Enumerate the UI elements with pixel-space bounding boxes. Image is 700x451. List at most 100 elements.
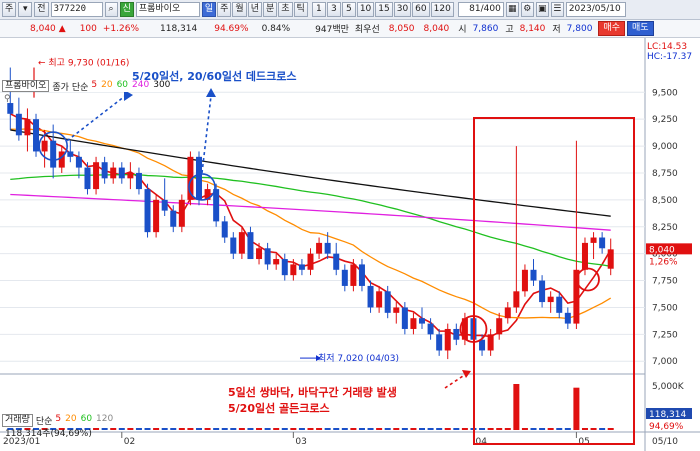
volume-bar [479,428,486,430]
lc-label: LC:14.53 [647,42,687,52]
prev-button[interactable]: 전 [34,2,49,17]
interval-tab[interactable]: 15 [375,2,393,17]
mode-button[interactable]: 주 [2,2,17,17]
chart-canvas[interactable]: 9,5009,2509,0008,7508,5008,2508,0007,750… [0,38,700,451]
volume-bar [521,428,528,430]
candle-body [93,162,100,190]
volume-bar [496,428,503,430]
ask-price: 8,050 [388,23,415,34]
indicator-legend[interactable]: 프롬바이오 종가 단순 5 20 60 240 300 [2,80,171,93]
chevron-down-icon[interactable]: ▾ [18,2,33,17]
x-end-label: 05/10 [652,437,678,447]
volume-bar [187,428,194,430]
candle-body [384,291,391,313]
theme-button[interactable]: 신 [119,2,134,17]
candle-body [367,285,374,308]
volume-bar [118,428,125,430]
buy-button[interactable]: 매수 [598,21,625,36]
search-icon[interactable]: ⌕ [104,2,118,17]
candle-body [170,210,177,227]
layout-icon[interactable]: ☰ [550,2,564,17]
page-count-field[interactable]: 81/400 [457,2,504,17]
candle-body [256,248,263,260]
volume-bar [384,428,391,430]
interval-tab[interactable]: 120 [430,2,454,17]
volume-bar [547,428,554,430]
interval-tab[interactable]: 10 [356,2,375,17]
period-tab[interactable]: 틱 [293,2,308,17]
volume-bar [221,428,228,430]
volume-axis-label: 5,000K [652,382,685,392]
volume-ma-legend-item: 120 [96,414,114,424]
candle-body [195,156,202,200]
hc-label: HC:-17.37 [647,52,692,62]
candle-body [84,167,91,190]
bottom-note-2: 5/20일선 골든크로스 [228,401,330,415]
volume-bar [264,428,271,430]
volume-bar [247,428,254,430]
period-tab[interactable]: 월 [232,2,247,17]
trade-amount: 947백만 [315,25,349,35]
candle-body [281,259,288,276]
stock-name-field[interactable]: 프롬바이오 [135,2,200,17]
quote-strip: 8,040 ▲ 100 +1.26% 118,314 94.69% 0.84% … [0,20,700,38]
y-tick-label: 9,500 [652,88,678,98]
candle-body [213,189,220,222]
interval-tab[interactable]: 1 [311,2,326,17]
volume-ratio: 94.69% [214,23,249,34]
interval-tab[interactable]: 3 [326,2,341,17]
volume-bar [539,428,546,430]
low-price: 7,800 [566,23,593,34]
candle-body [298,264,305,270]
sell-button[interactable]: 매도 [626,21,654,36]
period-tab[interactable]: 주 [217,2,232,17]
pin-icon[interactable]: ⚲ [4,94,11,104]
period-tab[interactable]: 년 [247,2,262,17]
stock-code-input[interactable]: 377220 [50,2,103,17]
interval-tab[interactable]: 60 [412,2,430,17]
volume-bar [110,428,117,430]
volume-bar [256,428,263,430]
volume-bar [153,428,160,430]
candle-body [290,264,297,276]
volume-bar [350,428,357,430]
volume-bar [178,428,185,430]
volume-ratio-tag: 94,69% [649,422,684,432]
candle-body [118,167,125,179]
volume-bar [204,428,211,430]
candle-body [135,172,142,190]
candle-body [341,269,348,286]
volume-bar [290,428,297,430]
stock-chart[interactable]: 9,500 9,250 9,000 8,750 8,500 8,250 8,000 7,750… [0,38,700,451]
period-tab[interactable]: 분 [262,2,278,17]
volume-bar [281,428,288,430]
volume-bar [427,428,434,430]
volume-bar [238,428,245,430]
candle-body [376,291,383,308]
ma-legend-item: 240 [132,80,150,90]
open-price: 7,860 [472,23,499,34]
interval-tab[interactable]: 30 [393,2,412,17]
volume-bar [436,428,443,430]
interval-tab[interactable]: 5 [341,2,356,17]
price-tag: 8,040 [649,245,675,255]
period-tab[interactable]: 초 [278,2,293,17]
calendar-icon[interactable]: ▦ [505,2,519,17]
indicator-name[interactable]: 프롬바이오 [2,80,50,92]
volume-bar [101,428,108,430]
candle-body [444,328,451,351]
candle-body [75,156,82,168]
volume-bar [556,428,563,430]
period-tab[interactable]: 일 [201,2,217,17]
candle-body [24,119,31,136]
candle-body [556,296,563,313]
candle-body [539,280,546,303]
candle-body [358,264,365,286]
settings-icon[interactable]: ⚙ [520,2,534,17]
volume-bar [316,428,323,430]
save-icon[interactable]: ▣ [535,2,549,17]
candle-body [547,296,554,303]
volume-bar [401,428,408,430]
price-change: 100 [79,23,97,34]
date-field[interactable]: 2023/05/10 [565,2,626,17]
